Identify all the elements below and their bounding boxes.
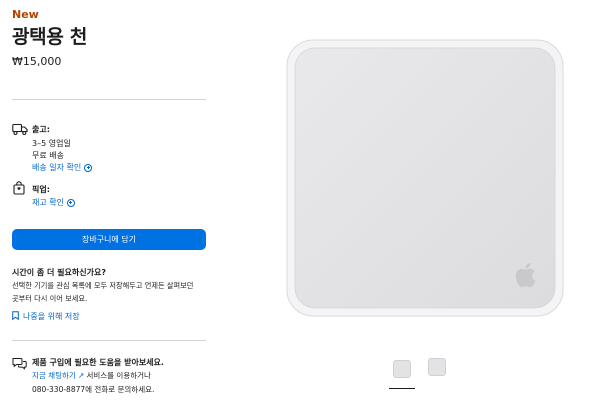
store-bag-icon [12,180,28,195]
plus-circle-icon [66,198,75,207]
help-heading: 제품 구입에 필요한 도움을 받아보세요. [32,358,164,367]
delivery-date-link-label: 배송 일자 확인 [32,163,82,172]
bookmark-icon [12,311,19,322]
help-line1-text: 서비스를 이용하거나 [86,371,151,380]
thumbnail-2-image [428,358,446,376]
shipping-lead-time: 3–5 영업일 [32,139,71,148]
check-stock-link-label: 재고 확인 [32,198,64,207]
delivery-date-link[interactable]: 배송 일자 확인 [32,162,93,173]
chat-bubbles-icon [12,355,27,370]
truck-icon [12,121,28,136]
thumbnail-2[interactable] [427,357,447,377]
save-later-description: 선택한 기기를 관심 목록에 모두 저장해두고 언제든 살펴보던 곳부터 다시 … [12,279,212,305]
help-line1: 지금 채팅하기 ↗ 서비스를 이용하거나 [32,370,151,381]
save-for-later-label: 나중을 위해 저장 [23,312,80,321]
thumbnail-selected-indicator [389,388,415,389]
divider [12,99,206,100]
product-title: 광택용 천 [12,26,88,48]
chat-now-link[interactable]: 지금 채팅하기 ↗ [32,370,84,381]
shipping-label: 출고: [32,125,50,134]
shipping-cost: 무료 배송 [32,151,64,160]
save-later-text-line2: 곳부터 다시 이어 보세요. [12,294,88,303]
plus-circle-icon [84,163,93,172]
new-badge: New [12,8,39,21]
save-later-heading: 시간이 좀 더 필요하신가요? [12,268,106,277]
thumbnail-1-image [393,360,411,378]
product-price: ₩15,000 [12,55,62,68]
thumbnail-1[interactable] [392,359,412,379]
help-phone-text: 080-330-8877에 전화로 문의하세요. [32,385,155,394]
add-to-bag-button[interactable]: 장바구니에 담기 [12,229,206,250]
pickup-label: 픽업: [32,185,50,194]
save-for-later-link[interactable]: 나중을 위해 저장 [12,311,80,322]
apple-logo-icon [514,262,536,288]
save-later-text-line1: 선택한 기기를 관심 목록에 모두 저장해두고 언제든 살펴보던 [12,281,194,290]
check-stock-link[interactable]: 재고 확인 [32,197,75,208]
divider [12,340,206,341]
